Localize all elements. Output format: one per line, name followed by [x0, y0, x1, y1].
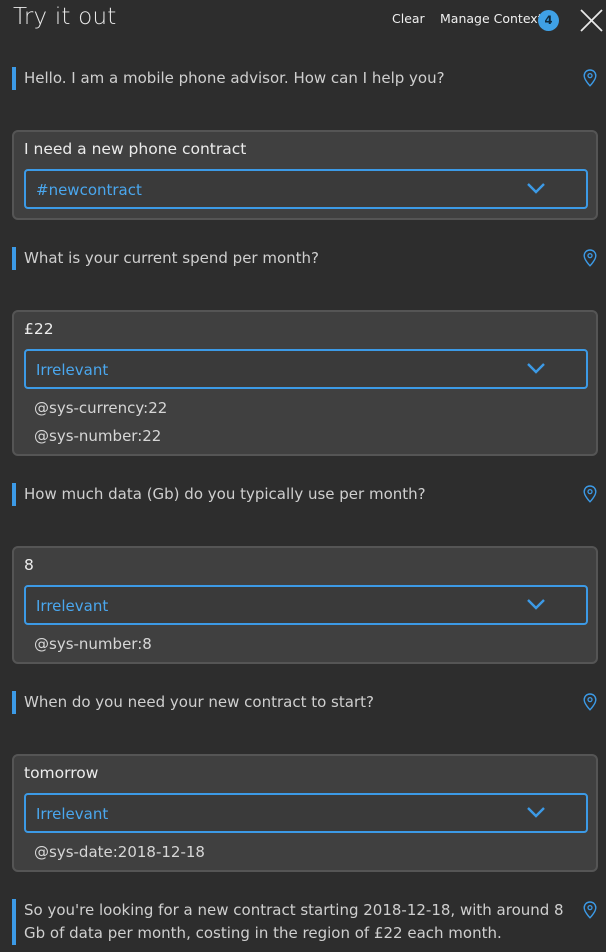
location-pin-icon[interactable] [583, 485, 597, 503]
bot-message-text: What is your current spend per month? [24, 249, 319, 267]
chevron-down-icon [527, 183, 545, 194]
intent-value: #newcontract [36, 181, 142, 199]
intent-value: Irrelevant [36, 361, 109, 379]
user-message-card: £22 Irrelevant @sys-currency:22 @sys-num… [12, 310, 598, 456]
intent-dropdown[interactable]: Irrelevant [24, 585, 588, 625]
bot-message: Hello. I am a mobile phone advisor. How … [12, 67, 602, 90]
user-message-card: tomorrow Irrelevant @sys-date:2018-12-18 [12, 754, 598, 872]
intent-dropdown[interactable]: #newcontract [24, 169, 588, 209]
bot-message-text: When do you need your new contract to st… [24, 693, 374, 711]
location-pin-icon[interactable] [583, 901, 597, 919]
user-message-text: £22 [24, 320, 54, 338]
intent-dropdown[interactable]: Irrelevant [24, 349, 588, 389]
user-message-card: I need a new phone contract #newcontract [12, 130, 598, 220]
location-pin-icon[interactable] [583, 69, 597, 87]
close-icon[interactable] [579, 8, 604, 33]
entity-tag: @sys-number:22 [34, 427, 162, 445]
location-pin-icon[interactable] [583, 249, 597, 267]
location-pin-icon[interactable] [583, 693, 597, 711]
user-message-text: 8 [24, 556, 34, 574]
entity-tag: @sys-currency:22 [34, 399, 168, 417]
clear-button[interactable]: Clear [392, 11, 425, 26]
user-message-text: tomorrow [24, 764, 99, 782]
chevron-down-icon [527, 807, 545, 818]
bot-message: How much data (Gb) do you typically use … [12, 483, 602, 506]
user-message-card: 8 Irrelevant @sys-number:8 [12, 546, 598, 664]
intent-value: Irrelevant [36, 805, 109, 823]
entity-tag: @sys-number:8 [34, 635, 152, 653]
intent-value: Irrelevant [36, 597, 109, 615]
entity-tag: @sys-date:2018-12-18 [34, 843, 205, 861]
intent-dropdown[interactable]: Irrelevant [24, 793, 588, 833]
panel-title: Try it out [13, 4, 117, 30]
bot-message: What is your current spend per month? [12, 247, 602, 270]
bot-message: When do you need your new contract to st… [12, 691, 602, 714]
bot-message: So you're looking for a new contract sta… [12, 899, 602, 945]
chevron-down-icon [527, 363, 545, 374]
manage-context-button[interactable]: Manage Context [440, 11, 543, 26]
user-message-text: I need a new phone contract [24, 140, 247, 158]
bot-message-text: How much data (Gb) do you typically use … [24, 485, 426, 503]
chevron-down-icon [527, 599, 545, 610]
context-count-badge[interactable]: 4 [538, 10, 559, 31]
bot-message-text: So you're looking for a new contract sta… [24, 901, 564, 942]
panel-header: Try it out Clear Manage Context 4 [0, 0, 606, 42]
bot-message-text: Hello. I am a mobile phone advisor. How … [24, 69, 445, 87]
